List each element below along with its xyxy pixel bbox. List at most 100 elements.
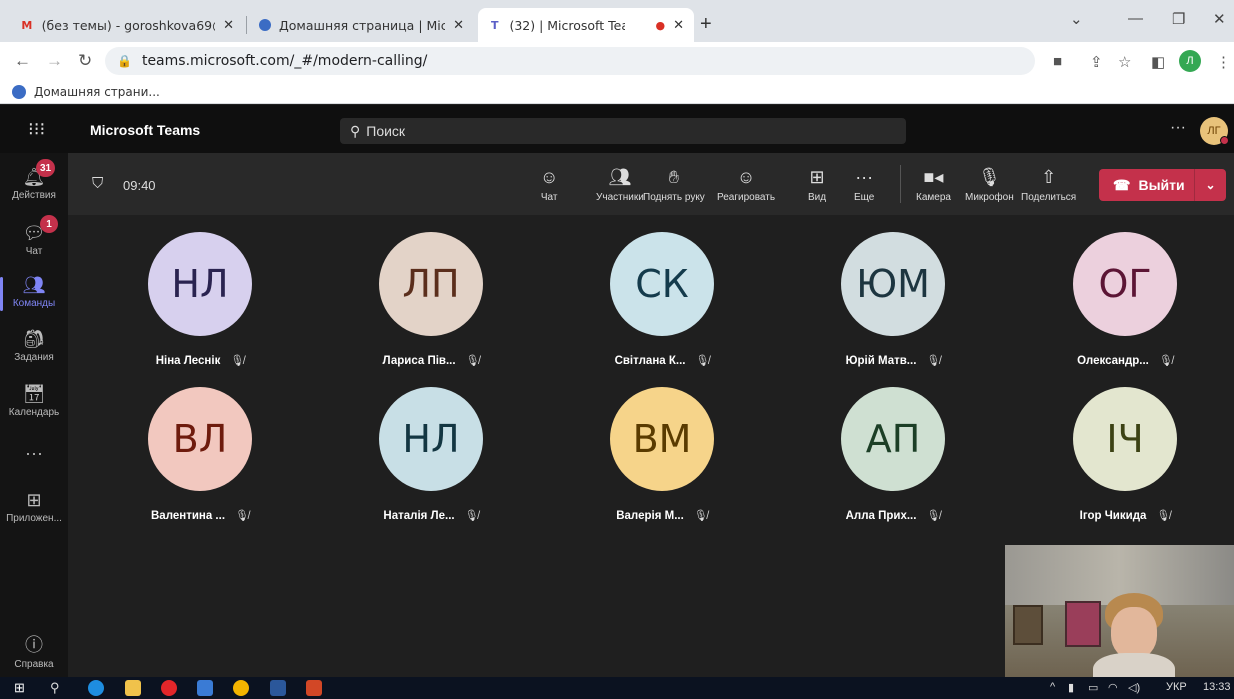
- microphone-icon: 🎙︎: [977, 167, 1001, 187]
- participant-avatar: ВМ: [610, 387, 714, 491]
- participant-name-row: Ніна Леснік 🎙︎̸: [120, 354, 280, 368]
- powerpoint-icon[interactable]: [306, 680, 322, 696]
- opera-icon[interactable]: [161, 680, 177, 696]
- rail-item-chat[interactable]: 💬︎ Чат 1: [0, 215, 68, 257]
- participant-avatar: НЛ: [379, 387, 483, 491]
- mic-off-icon: 🎙︎̸: [464, 510, 479, 522]
- raise-hand-button[interactable]: ✋︎ Поднять руку: [643, 165, 705, 203]
- edge-icon[interactable]: [88, 680, 104, 696]
- participant-avatar: ВЛ: [148, 387, 252, 491]
- side-panel-icon[interactable]: ◧: [1151, 53, 1165, 71]
- mic-off-icon: 🎙︎̸: [465, 355, 480, 367]
- video-camera-icon: ■◂: [923, 167, 944, 187]
- view-button[interactable]: ⊞ Вид: [808, 165, 826, 203]
- participant-tile[interactable]: АП Алла Прих... 🎙︎̸: [813, 387, 973, 522]
- participant-name: Валерія М...: [616, 509, 684, 522]
- forward-button[interactable]: →: [46, 51, 63, 71]
- chrome-icon[interactable]: [233, 680, 249, 696]
- profile-avatar[interactable]: Л: [1179, 50, 1201, 72]
- address-bar[interactable]: 🔒 teams.microsoft.com/_#/modern-calling/: [105, 47, 1035, 75]
- camera-button[interactable]: ■◂ Камера: [916, 165, 951, 203]
- language-indicator[interactable]: УКР: [1166, 681, 1187, 693]
- close-icon[interactable]: ✕: [673, 18, 684, 33]
- react-button[interactable]: ☺ Реагировать: [717, 165, 775, 203]
- presence-status-icon: [1220, 136, 1229, 145]
- self-video-person: [1111, 607, 1157, 659]
- participant-avatar: ЮМ: [841, 232, 945, 336]
- browser-tab-teams[interactable]: T (32) | Microsoft Teams ● ✕: [478, 8, 694, 42]
- rail-item-apps[interactable]: ⊞ Приложен...: [0, 490, 68, 524]
- participant-tile[interactable]: СК Світлана К... 🎙︎̸: [582, 232, 742, 367]
- teams-header: ⁝⁝⁝ Microsoft Teams ⚲ Поиск ··· ЛГ: [0, 105, 1234, 153]
- bookmark-star-icon[interactable]: ☆: [1118, 53, 1131, 71]
- chat-icon: 💬︎: [22, 223, 46, 243]
- participant-avatar: ІЧ: [1073, 387, 1177, 491]
- participant-tile[interactable]: НЛ Наталія Ле... 🎙︎̸: [351, 387, 511, 522]
- apps-icon: ⊞: [26, 490, 42, 510]
- camera-in-use-icon[interactable]: ■: [1053, 53, 1062, 70]
- browser-tab-microsoft[interactable]: Домашняя страница | Microsoft ✕: [248, 8, 474, 42]
- participant-name-row: Валентина ... 🎙︎̸: [120, 509, 280, 523]
- tray-chevron-icon[interactable]: ^: [1050, 681, 1055, 693]
- leave-button[interactable]: ☎ Выйти ⌄: [1099, 169, 1226, 201]
- participant-name: Валентина ...: [151, 509, 226, 522]
- clock[interactable]: 13:33: [1203, 681, 1231, 693]
- mic-off-icon: 🎙︎̸: [230, 355, 245, 367]
- participant-tile[interactable]: ЮМ Юрій Матв... 🎙︎̸: [813, 232, 973, 367]
- wifi-icon[interactable]: ◠: [1108, 681, 1118, 694]
- chat-button[interactable]: ☺ Чат: [540, 165, 558, 203]
- backpack-icon: 🎒︎: [22, 329, 46, 349]
- usb-icon[interactable]: ▮: [1068, 681, 1074, 694]
- participant-tile[interactable]: НЛ Ніна Леснік 🎙︎̸: [120, 232, 280, 367]
- rail-label: Календарь: [8, 407, 60, 418]
- close-icon[interactable]: ✕: [223, 18, 234, 33]
- hand-icon: ✋︎: [668, 167, 680, 187]
- word-icon[interactable]: [270, 680, 286, 696]
- chevron-down-icon[interactable]: ⌄: [1195, 178, 1226, 192]
- rail-item-assignments[interactable]: 🎒︎ Задания: [0, 329, 68, 363]
- rail-item-help[interactable]: ⓘ Справка: [0, 631, 68, 670]
- share-icon[interactable]: ⇪: [1090, 53, 1103, 71]
- close-icon[interactable]: ✕: [453, 18, 464, 33]
- rail-item-activity[interactable]: 🔔︎ Действия 31: [0, 159, 68, 201]
- more-actions-button[interactable]: ··· Еще: [854, 165, 874, 203]
- notification-badge: 31: [36, 159, 56, 177]
- rail-more-button[interactable]: ···: [0, 443, 68, 466]
- battery-icon[interactable]: ▭: [1088, 681, 1098, 694]
- mic-off-icon: 🎙︎̸: [1158, 355, 1173, 367]
- app-title: Microsoft Teams: [90, 122, 201, 138]
- new-tab-button[interactable]: +: [700, 13, 712, 36]
- tab-search-icon[interactable]: ⌄: [1070, 10, 1083, 28]
- search-icon[interactable]: ⚲: [50, 680, 66, 696]
- self-video-preview[interactable]: [1005, 545, 1234, 677]
- window-close-button[interactable]: ✕: [1213, 10, 1226, 28]
- participant-tile[interactable]: ІЧ Ігор Чикида 🎙︎̸: [1045, 387, 1205, 522]
- bookmark-item[interactable]: Домашняя страни...: [34, 85, 160, 99]
- participant-tile[interactable]: ВЛ Валентина ... 🎙︎̸: [120, 387, 280, 522]
- rail-item-calendar[interactable]: 📅︎ Календарь: [0, 384, 68, 418]
- participants-button[interactable]: 👥︎ Участники: [596, 165, 644, 203]
- minimize-button[interactable]: —: [1128, 10, 1143, 27]
- leave-call-button[interactable]: ☎ Выйти: [1099, 169, 1195, 201]
- menu-icon[interactable]: ⋮: [1216, 53, 1231, 71]
- rail-item-teams[interactable]: 👥︎ Команды: [0, 275, 68, 311]
- teams-icon: T: [490, 18, 499, 32]
- meeting-timer: 09:40: [123, 178, 156, 193]
- more-options-icon[interactable]: ···: [1170, 119, 1186, 137]
- mail-icon[interactable]: [197, 680, 213, 696]
- participant-name: Ігор Чикида: [1079, 509, 1147, 522]
- restore-button[interactable]: ❐: [1172, 10, 1185, 28]
- share-button[interactable]: ⇧ Поделиться: [1021, 165, 1076, 203]
- reload-button[interactable]: ↻: [78, 51, 92, 71]
- search-input[interactable]: ⚲ Поиск: [340, 118, 906, 144]
- participant-tile[interactable]: ОГ Олександр... 🎙︎̸: [1045, 232, 1205, 367]
- participant-tile[interactable]: ЛП Лариса Пів... 🎙︎̸: [351, 232, 511, 367]
- microphone-button[interactable]: 🎙︎ Микрофон: [965, 165, 1014, 203]
- windows-start-icon[interactable]: ⊞: [14, 680, 30, 696]
- app-launcher-icon[interactable]: ⁝⁝⁝: [28, 119, 45, 140]
- browser-tab-gmail[interactable]: M (без темы) - goroshkova69@gm ✕: [10, 8, 244, 42]
- participant-tile[interactable]: ВМ Валерія М... 🎙︎̸: [582, 387, 742, 522]
- file-explorer-icon[interactable]: [125, 680, 141, 696]
- back-button[interactable]: ←: [14, 51, 31, 71]
- volume-icon[interactable]: ◁): [1128, 681, 1140, 694]
